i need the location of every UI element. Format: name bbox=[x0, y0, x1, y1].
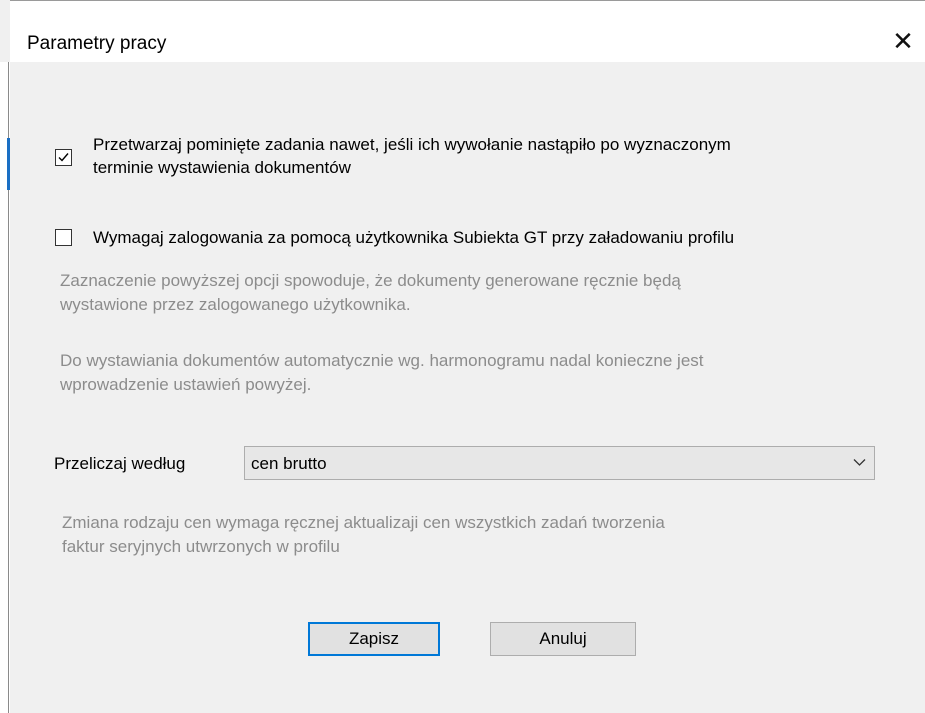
process-skipped-label-line1[interactable]: Przetwarzaj pominięte zadania nawet, jeś… bbox=[93, 135, 731, 155]
title-bar[interactable]: Parametry pracy ✕ bbox=[10, 0, 925, 62]
process-skipped-checkbox[interactable] bbox=[55, 149, 72, 166]
require-login-checkbox[interactable] bbox=[55, 229, 72, 246]
pricing-select[interactable]: cen brutto bbox=[244, 446, 875, 480]
checkmark-icon bbox=[58, 153, 69, 162]
cancel-button[interactable]: Anuluj bbox=[490, 622, 636, 656]
save-button[interactable]: Zapisz bbox=[308, 622, 440, 656]
close-icon[interactable]: ✕ bbox=[881, 27, 925, 61]
process-skipped-label-line2[interactable]: terminie wystawienia dokumentów bbox=[93, 158, 351, 178]
login-hint-line1: Zaznaczenie powyższej opcji spowoduje, ż… bbox=[60, 271, 681, 290]
dialog-title: Parametry pracy bbox=[27, 33, 167, 54]
require-login-label[interactable]: Wymagaj zalogowania za pomocą użytkownik… bbox=[93, 228, 734, 248]
chevron-down-icon bbox=[853, 459, 866, 466]
pricing-hint-line2: faktur seryjnych utwrzonych w profilu bbox=[62, 537, 340, 556]
pricing-selected-value: cen brutto bbox=[251, 454, 327, 473]
schedule-hint-line2: wprowadzenie ustawień powyżej. bbox=[60, 375, 312, 394]
pricing-label: Przeliczaj według bbox=[54, 454, 186, 473]
pricing-hint-line1: Zmiana rodzaju cen wymaga ręcznej aktual… bbox=[62, 513, 665, 532]
login-hint-line2: wystawione przez zalogowanego użytkownik… bbox=[60, 295, 411, 314]
schedule-hint-line1: Do wystawiania dokumentów automatycznie … bbox=[60, 351, 704, 370]
dialog-window: Parametry pracy ✕ Przetwarzaj pominięte … bbox=[0, 0, 925, 713]
dialog-content: Przetwarzaj pominięte zadania nawet, jeś… bbox=[10, 62, 925, 713]
background-window-edge bbox=[0, 62, 10, 713]
